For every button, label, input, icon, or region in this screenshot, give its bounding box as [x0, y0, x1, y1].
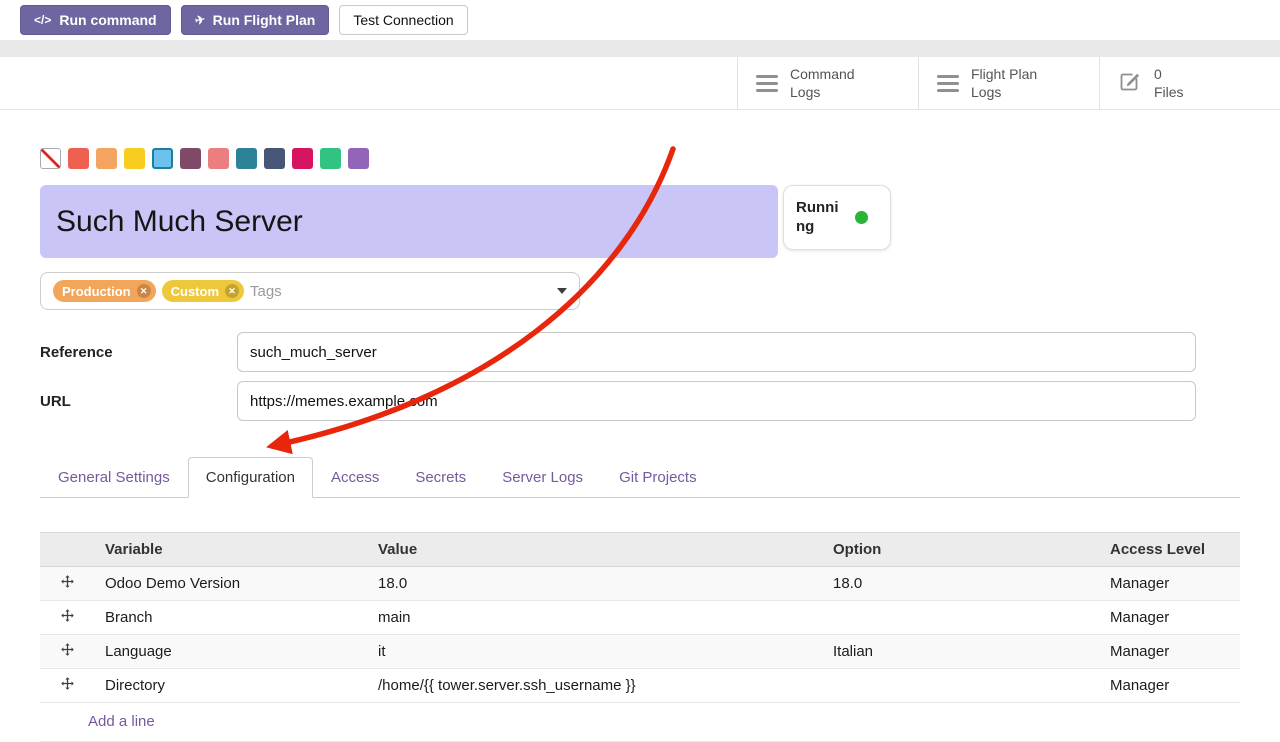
table-header-row: Variable Value Option Access Level — [40, 533, 1240, 567]
tab-general-settings[interactable]: General Settings — [40, 457, 188, 498]
color-palette — [40, 148, 1240, 169]
add-line-link[interactable]: Add a line — [40, 703, 1240, 742]
drag-handle-icon[interactable] — [40, 635, 95, 669]
tag-remove-icon[interactable]: ✕ — [137, 284, 151, 298]
cell-value[interactable]: /home/{{ tower.server.ssh_username }} — [368, 669, 823, 703]
top-toolbar: </> Run command ✈ Run Flight Plan Test C… — [0, 0, 1280, 40]
page-background-band — [0, 40, 1280, 57]
code-icon: </> — [34, 13, 51, 27]
list-icon — [937, 75, 959, 92]
color-swatch[interactable] — [152, 148, 173, 169]
column-header-access: Access Level — [1100, 533, 1240, 567]
color-swatch[interactable] — [180, 148, 201, 169]
tag-label: Production — [62, 284, 131, 299]
plane-icon: ✈ — [193, 12, 206, 28]
color-swatch[interactable] — [236, 148, 257, 169]
command-logs-label: Command Logs — [790, 65, 882, 101]
table-row[interactable]: Odoo Demo Version 18.0 18.0 Manager — [40, 567, 1240, 601]
configuration-table: Variable Value Option Access Level Odoo … — [40, 532, 1240, 742]
cell-value[interactable]: it — [368, 635, 823, 669]
edit-icon — [1118, 69, 1142, 98]
cell-option[interactable]: 18.0 — [823, 567, 1100, 601]
color-swatch[interactable] — [348, 148, 369, 169]
color-swatch[interactable] — [320, 148, 341, 169]
server-name-text: Such Much Server — [56, 205, 303, 239]
cell-variable[interactable]: Language — [95, 635, 368, 669]
column-header-option: Option — [823, 533, 1100, 567]
tags-placeholder: Tags — [250, 283, 282, 300]
tag-list: Production ✕ Custom ✕ — [53, 280, 244, 302]
control-header: Command Logs Flight Plan Logs 0 Files — [0, 57, 1280, 110]
table-row[interactable]: Directory /home/{{ tower.server.ssh_user… — [40, 669, 1240, 703]
url-label: URL — [40, 393, 237, 410]
column-header-variable: Variable — [95, 533, 368, 567]
list-icon — [756, 75, 778, 92]
table-row[interactable]: Language it Italian Manager — [40, 635, 1240, 669]
tab-configuration[interactable]: Configuration — [188, 457, 313, 498]
status-button[interactable]: Running — [783, 185, 891, 250]
tab-git-projects[interactable]: Git Projects — [601, 457, 715, 498]
server-name-input[interactable]: Such Much Server — [40, 185, 778, 258]
drag-handle-icon[interactable] — [40, 669, 95, 703]
cell-option[interactable] — [823, 601, 1100, 635]
reference-input[interactable] — [237, 332, 1196, 372]
tag-pill: Production ✕ — [53, 280, 156, 302]
run-command-button[interactable]: </> Run command — [20, 5, 171, 35]
status-dot — [855, 211, 868, 224]
color-swatch[interactable] — [96, 148, 117, 169]
files-count: 0 — [1154, 65, 1184, 83]
tag-label: Custom — [171, 284, 219, 299]
status-label: Running — [796, 199, 846, 237]
form-sheet: Such Much Server Running Production✕Cust… — [0, 148, 1280, 742]
command-logs-button[interactable]: Command Logs — [737, 57, 918, 109]
drag-handle-icon[interactable] — [40, 567, 95, 601]
run-flight-plan-label: Run Flight Plan — [213, 12, 316, 28]
cell-option[interactable] — [823, 669, 1100, 703]
cell-value[interactable]: 18.0 — [368, 567, 823, 601]
files-label: Files — [1154, 83, 1184, 101]
flight-plan-logs-button[interactable]: Flight Plan Logs — [918, 57, 1099, 109]
tab-access[interactable]: Access — [313, 457, 397, 498]
tab-server-logs[interactable]: Server Logs — [484, 457, 601, 498]
title-row: Such Much Server Running — [40, 185, 1240, 258]
cell-access[interactable]: Manager — [1100, 669, 1240, 703]
files-button[interactable]: 0 Files — [1099, 57, 1280, 109]
cell-value[interactable]: main — [368, 601, 823, 635]
cell-access[interactable]: Manager — [1100, 635, 1240, 669]
cell-variable[interactable]: Odoo Demo Version — [95, 567, 368, 601]
test-connection-button[interactable]: Test Connection — [339, 5, 467, 35]
tag-pill: Custom ✕ — [162, 280, 244, 302]
color-swatch-none[interactable] — [40, 148, 61, 169]
drag-handle-icon[interactable] — [40, 601, 95, 635]
cell-access[interactable]: Manager — [1100, 567, 1240, 601]
tags-field[interactable]: Production ✕ Custom ✕ Tags — [40, 272, 580, 310]
cell-variable[interactable]: Branch — [95, 601, 368, 635]
tab-secrets[interactable]: Secrets — [397, 457, 484, 498]
cell-option[interactable]: Italian — [823, 635, 1100, 669]
handle-column-header — [40, 533, 95, 567]
run-flight-plan-button[interactable]: ✈ Run Flight Plan — [181, 5, 330, 35]
field-rows: Reference URL — [40, 332, 1240, 421]
url-input[interactable] — [237, 381, 1196, 421]
color-swatch[interactable] — [124, 148, 145, 169]
color-swatch[interactable] — [208, 148, 229, 169]
table-row[interactable]: Branch main Manager — [40, 601, 1240, 635]
color-swatch[interactable] — [292, 148, 313, 169]
dropdown-caret-icon[interactable] — [557, 288, 567, 294]
tab-bar: General Settings Configuration Access Se… — [40, 457, 1240, 498]
tag-remove-icon[interactable]: ✕ — [225, 284, 239, 298]
column-header-value: Value — [368, 533, 823, 567]
reference-label: Reference — [40, 344, 237, 361]
cell-access[interactable]: Manager — [1100, 601, 1240, 635]
test-connection-label: Test Connection — [353, 12, 453, 28]
flight-plan-logs-label: Flight Plan Logs — [971, 65, 1063, 101]
color-swatch[interactable] — [264, 148, 285, 169]
cell-variable[interactable]: Directory — [95, 669, 368, 703]
color-swatch[interactable] — [68, 148, 89, 169]
run-command-label: Run command — [59, 12, 156, 28]
